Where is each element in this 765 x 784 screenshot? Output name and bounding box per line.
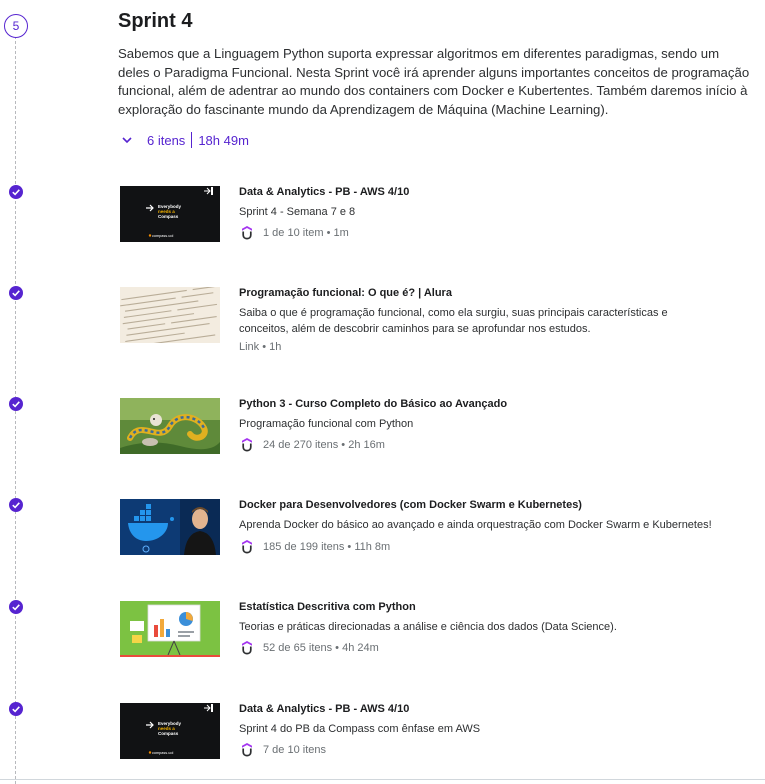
item-duration: 1h (269, 341, 282, 353)
section-expand-toggle[interactable]: 6 itens 18h 49m (118, 131, 249, 149)
section-number-badge: 5 (4, 14, 28, 38)
item-subtitle: Aprenda Docker do básico ao avançado e a… (239, 519, 712, 531)
item-meta: 24 de 270 itens • 2h 16m (239, 438, 385, 452)
section-description: Sabemos que a Linguagem Python suporta e… (118, 46, 750, 117)
check-circle-icon (9, 498, 23, 512)
udemy-icon (242, 540, 252, 554)
item-progress: 1 de 10 item (263, 227, 324, 239)
course-thumbnail[interactable] (120, 499, 220, 555)
item-meta: Link • 1h (239, 341, 281, 353)
list-item[interactable]: Python 3 - Curso Completo do Básico ao A… (0, 397, 765, 468)
udemy-icon (242, 743, 252, 757)
thumb-brand: compass.uol (152, 751, 173, 755)
meta-dot: • (344, 541, 355, 553)
udemy-icon (242, 226, 252, 240)
list-item[interactable]: Programação funcional: O que é? | Alura … (0, 286, 765, 357)
udemy-icon (242, 641, 252, 655)
thumb-line3: Compass (158, 214, 179, 219)
course-thumbnail[interactable] (120, 398, 220, 454)
check-circle-icon (9, 286, 23, 300)
meta-divider (191, 132, 193, 148)
meta-dot: • (323, 227, 334, 239)
check-circle-icon (9, 702, 23, 716)
meta-dot: • (332, 642, 343, 654)
item-title[interactable]: Docker para Desenvolvedores (com Docker … (239, 499, 582, 511)
item-duration: 1m (333, 227, 349, 239)
item-subtitle: Sprint 4 do PB da Compass com ênfase em … (239, 723, 481, 735)
list-item[interactable]: Everybody needs a Compass compass.uol Da… (0, 185, 765, 256)
section-title: Sprint 4 (118, 10, 193, 32)
chevron-down-icon (122, 137, 132, 144)
check-circle-icon (9, 600, 23, 614)
item-subtitle: Teorias e práticas direcionadas a anális… (239, 621, 617, 633)
item-progress: 24 de 270 itens (263, 439, 339, 451)
item-title[interactable]: Data & Analytics - PB - AWS 4/10 (239, 186, 409, 198)
course-thumbnail[interactable]: Everybody needs a Compass compass.uol (120, 186, 220, 242)
item-subtitle: Sprint 4 - Semana 7 e 8 (239, 206, 356, 218)
item-duration: 2h 16m (348, 439, 385, 451)
item-title[interactable]: Estatística Descritiva com Python (239, 601, 416, 613)
check-circle-icon (9, 397, 23, 411)
item-duration: 11h 8m (354, 541, 391, 553)
item-type: Link (239, 341, 260, 353)
item-meta: 1 de 10 item • 1m (239, 226, 349, 240)
item-meta: 7 de 10 itens (239, 743, 326, 757)
course-thumbnail[interactable]: Everybody needs a Compass compass.uol (120, 703, 220, 759)
item-subtitle: Saiba o que é programação funcional, com… (239, 307, 668, 335)
item-progress: 185 de 199 itens (263, 541, 345, 553)
item-duration: 4h 24m (342, 642, 379, 654)
item-title[interactable]: Data & Analytics - PB - AWS 4/10 (239, 703, 409, 715)
item-title[interactable]: Python 3 - Curso Completo do Básico ao A… (239, 398, 507, 410)
item-progress: 52 de 65 itens (263, 642, 333, 654)
udemy-icon (242, 438, 252, 452)
thumb-brand: compass.uol (152, 234, 173, 238)
course-thumbnail[interactable] (120, 601, 220, 657)
meta-dot: • (338, 439, 349, 451)
list-item[interactable]: Docker para Desenvolvedores (com Docker … (0, 498, 765, 569)
article-thumbnail[interactable] (120, 287, 220, 343)
item-meta: 185 de 199 itens • 11h 8m (239, 540, 390, 554)
section-items-count: 6 itens (147, 132, 186, 148)
item-title[interactable]: Programação funcional: O que é? | Alura (239, 287, 452, 299)
list-item[interactable]: Everybody needs a Compass compass.uol Da… (0, 702, 765, 773)
item-subtitle: Programação funcional com Python (239, 418, 414, 430)
meta-dot: • (259, 341, 270, 353)
section-duration: 18h 49m (198, 132, 249, 148)
thumb-line3: Compass (158, 731, 179, 736)
check-circle-icon (9, 185, 23, 199)
item-progress: 7 de 10 itens (263, 744, 326, 756)
item-meta: 52 de 65 itens • 4h 24m (239, 641, 379, 655)
list-item[interactable]: Estatística Descritiva com Python Teoria… (0, 600, 765, 671)
section-divider (0, 779, 765, 780)
